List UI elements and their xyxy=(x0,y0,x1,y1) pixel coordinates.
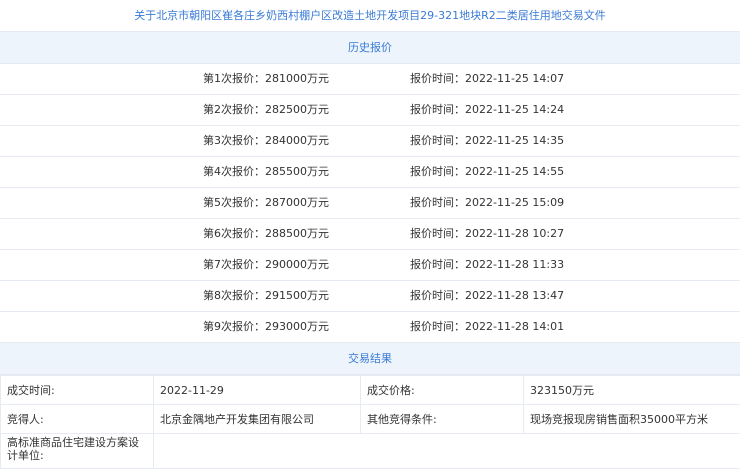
bid-amount: 第8次报价：291500万元 xyxy=(203,289,329,302)
deal-price-value: 323150万元 xyxy=(523,375,740,405)
bid-amount: 第9次报价：293000万元 xyxy=(203,320,329,333)
bid-time: 报价时间：2022-11-28 10:27 xyxy=(410,227,565,240)
bid-time: 报价时间：2022-11-28 11:33 xyxy=(410,258,565,271)
bid-time: 报价时间：2022-11-25 14:35 xyxy=(410,134,565,147)
transaction-page: 关于北京市朝阳区崔各庄乡奶西村棚户区改造土地开发项目29-321地块R2二类居住… xyxy=(0,0,740,469)
transaction-document-link[interactable]: 关于北京市朝阳区崔各庄乡奶西村棚户区改造土地开发项目29-321地块R2二类居住… xyxy=(0,0,740,32)
deal-price-label: 成交价格: xyxy=(360,375,524,405)
bid-history-row: 第7次报价：290000万元 报价时间：2022-11-28 11:33 xyxy=(0,250,740,281)
transaction-result-table: 成交时间: 2022-11-29 成交价格: 323150万元 竞得人: 北京金… xyxy=(0,375,740,469)
bid-history-row: 第5次报价：287000万元 报价时间：2022-11-25 15:09 xyxy=(0,188,740,219)
deal-time-label: 成交时间: xyxy=(0,375,154,405)
bid-time: 报价时间：2022-11-25 14:07 xyxy=(410,72,565,85)
bid-amount: 第2次报价：282500万元 xyxy=(203,103,329,116)
design-unit-label: 高标准商品住宅建设方案设计单位: xyxy=(0,433,154,469)
other-terms-value: 现场竞报现房销售面积35000平方米 xyxy=(523,404,740,434)
bid-time: 报价时间：2022-11-28 13:47 xyxy=(410,289,565,302)
bid-time: 报价时间：2022-11-25 14:55 xyxy=(410,165,565,178)
bid-amount: 第6次报价：288500万元 xyxy=(203,227,329,240)
bid-time: 报价时间：2022-11-28 14:01 xyxy=(410,320,565,333)
bid-history-row: 第8次报价：291500万元 报价时间：2022-11-28 13:47 xyxy=(0,281,740,312)
winner-label: 竞得人: xyxy=(0,404,154,434)
result-row: 成交时间: 2022-11-29 成交价格: 323150万元 xyxy=(0,375,740,405)
bid-time: 报价时间：2022-11-25 14:24 xyxy=(410,103,565,116)
bid-history-row: 第1次报价：281000万元 报价时间：2022-11-25 14:07 xyxy=(0,64,740,95)
bid-amount: 第7次报价：290000万元 xyxy=(203,258,329,271)
deal-time-value: 2022-11-29 xyxy=(153,375,361,405)
bid-amount: 第3次报价：284000万元 xyxy=(203,134,329,147)
bid-history-row: 第3次报价：284000万元 报价时间：2022-11-25 14:35 xyxy=(0,126,740,157)
result-section-title: 交易结果 xyxy=(0,343,740,375)
other-terms-label: 其他竞得条件: xyxy=(360,404,524,434)
result-row: 竞得人: 北京金隅地产开发集团有限公司 其他竞得条件: 现场竞报现房销售面积35… xyxy=(0,404,740,434)
bid-history-row: 第2次报价：282500万元 报价时间：2022-11-25 14:24 xyxy=(0,95,740,126)
bid-amount: 第5次报价：287000万元 xyxy=(203,196,329,209)
history-section-title: 历史报价 xyxy=(0,32,740,64)
winner-value: 北京金隅地产开发集团有限公司 xyxy=(153,404,361,434)
design-unit-value xyxy=(153,433,740,469)
bid-time: 报价时间：2022-11-25 15:09 xyxy=(410,196,565,209)
bid-amount: 第1次报价：281000万元 xyxy=(203,72,329,85)
bid-amount: 第4次报价：285500万元 xyxy=(203,165,329,178)
bid-history-row: 第6次报价：288500万元 报价时间：2022-11-28 10:27 xyxy=(0,219,740,250)
bid-history-row: 第9次报价：293000万元 报价时间：2022-11-28 14:01 xyxy=(0,312,740,343)
result-row: 高标准商品住宅建设方案设计单位: xyxy=(0,433,740,469)
bid-history-row: 第4次报价：285500万元 报价时间：2022-11-25 14:55 xyxy=(0,157,740,188)
bid-history-list: 第1次报价：281000万元 报价时间：2022-11-25 14:07 第2次… xyxy=(0,64,740,343)
